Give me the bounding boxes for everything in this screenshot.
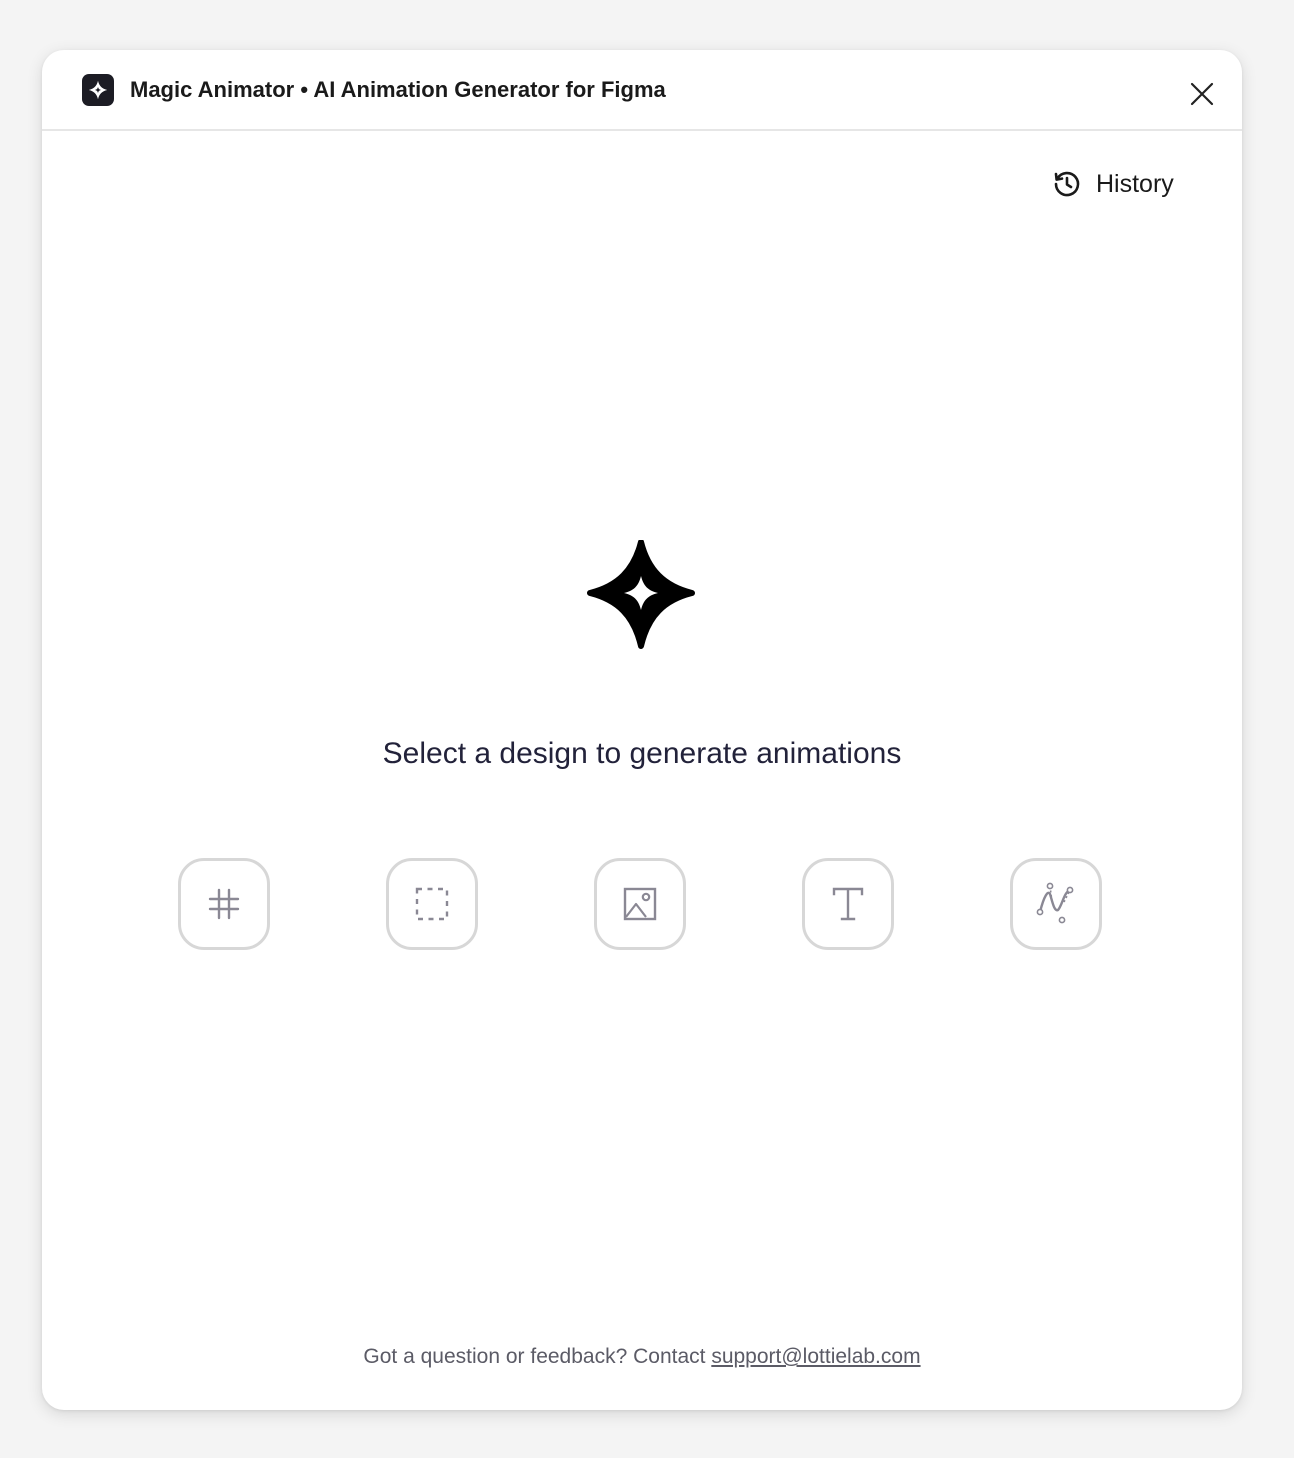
hash-icon [208, 888, 240, 920]
text-type-tile[interactable] [802, 858, 894, 950]
text-icon [832, 887, 864, 921]
history-icon [1054, 171, 1080, 197]
image-icon [623, 887, 657, 921]
image-type-tile[interactable] [594, 858, 686, 950]
frame-type-tile[interactable] [178, 858, 270, 950]
app-logo-icon [82, 74, 114, 106]
title-bar: Magic Animator • AI Animation Generator … [42, 50, 1242, 131]
history-button[interactable]: History [1052, 164, 1174, 204]
dashed-square-icon [415, 887, 449, 921]
pen-path-icon [1036, 882, 1074, 924]
close-button[interactable] [1182, 74, 1222, 114]
history-label: History [1096, 169, 1174, 198]
sparkle-icon [587, 540, 695, 649]
close-icon [1190, 82, 1214, 106]
group-type-tile[interactable] [386, 858, 478, 950]
footer-text: Got a question or feedback? Contact [363, 1345, 712, 1368]
empty-state-message: Select a design to generate animations [382, 737, 902, 770]
plugin-window: Magic Animator • AI Animation Generator … [42, 50, 1242, 1410]
vector-type-tile[interactable] [1010, 858, 1102, 950]
support-email-link[interactable]: support@lottielab.com [711, 1345, 920, 1368]
support-footer: Got a question or feedback? Contact supp… [42, 1342, 1242, 1372]
window-title: Magic Animator • AI Animation Generator … [130, 77, 666, 102]
